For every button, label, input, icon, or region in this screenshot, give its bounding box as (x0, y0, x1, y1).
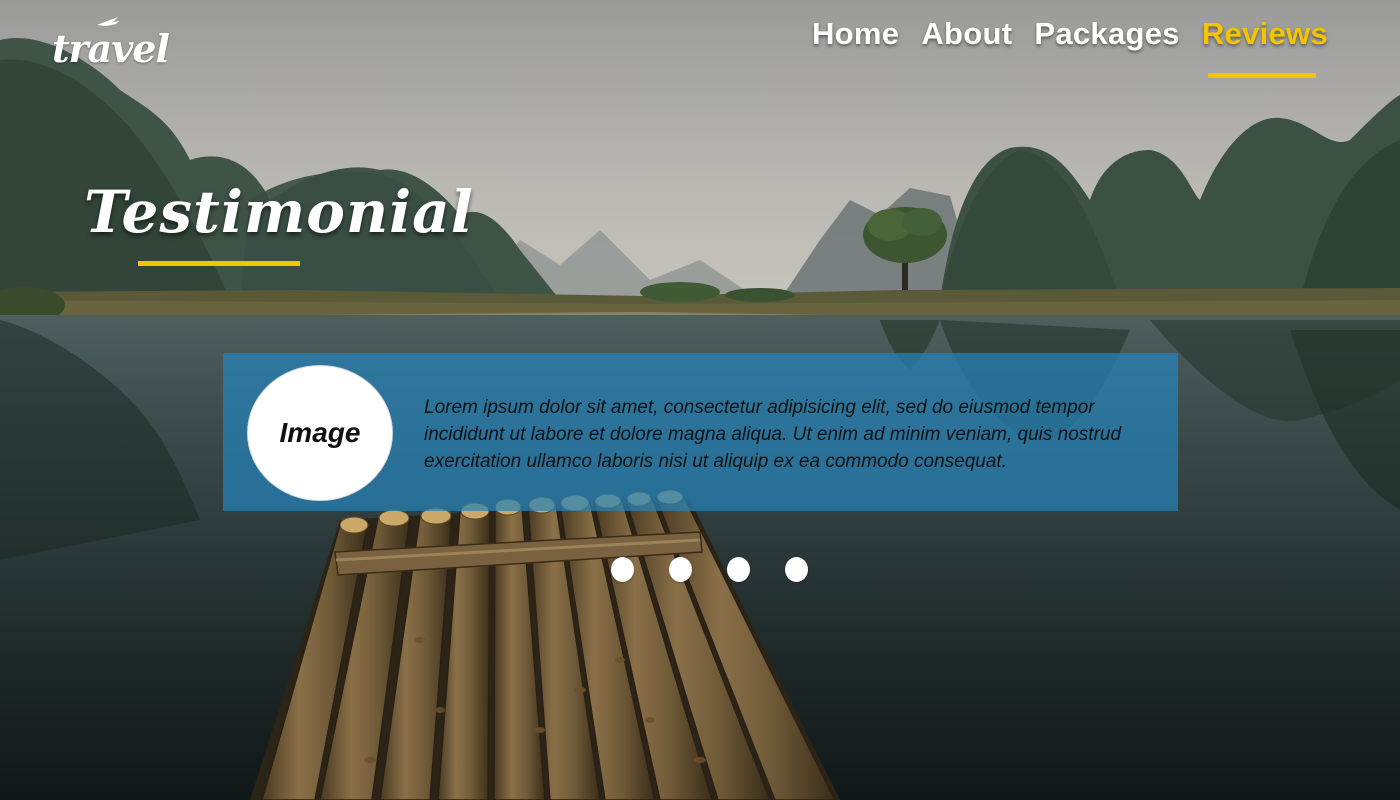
logo-wordmark: travel (52, 26, 170, 71)
main-nav: Home About Packages Reviews (812, 16, 1328, 52)
carousel-dot-4[interactable] (785, 557, 808, 582)
avatar: Image (247, 365, 393, 501)
nav-item-home[interactable]: Home (812, 16, 899, 52)
nav-item-reviews[interactable]: Reviews (1202, 16, 1328, 52)
testimonial-quote: Lorem ipsum dolor sit amet, consectetur … (424, 397, 1122, 472)
nav-item-about[interactable]: About (921, 16, 1012, 52)
avatar-placeholder-label: Image (279, 417, 361, 448)
carousel-dot-1[interactable] (611, 557, 634, 582)
nav-item-packages[interactable]: Packages (1034, 16, 1179, 52)
testimonial-card: Image Lorem ipsum dolor sit amet, consec… (223, 353, 1178, 511)
travel-logo[interactable]: travel (52, 16, 170, 72)
carousel-dot-3[interactable] (727, 557, 750, 582)
carousel-dot-2[interactable] (669, 557, 692, 582)
title-underline (138, 261, 300, 266)
active-nav-indicator (1208, 73, 1316, 78)
carousel-dots (611, 557, 808, 582)
page-title: Testimonial (84, 178, 474, 246)
